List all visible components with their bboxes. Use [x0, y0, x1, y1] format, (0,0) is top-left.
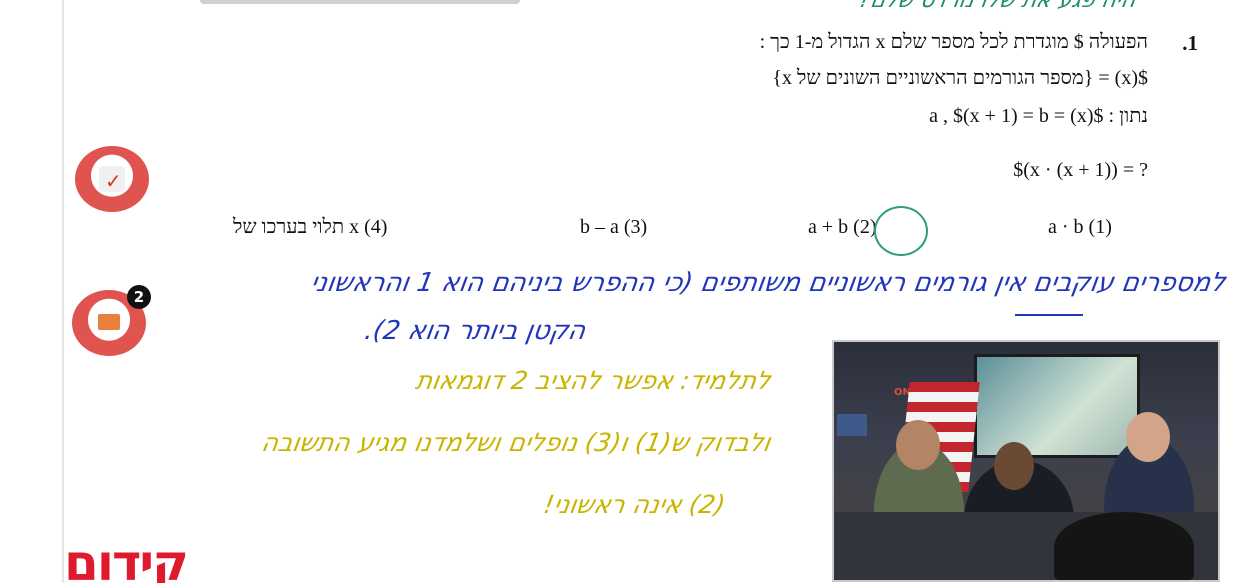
- top-image-edge: [200, 0, 520, 4]
- person-center-face: [994, 442, 1034, 490]
- handwritten-tip-line3: (2) אינה ראשוני!: [541, 490, 728, 519]
- person-right-face: [1126, 412, 1170, 462]
- definition-formula: $(x) = {מספר הגורמים הראשוניים השונים של…: [772, 67, 1148, 89]
- page-margin-rule: [62, 0, 64, 583]
- handwritten-explanation-line1: למספרים עוקבים אין גורמים ראשוניים משותפ…: [308, 268, 1228, 298]
- brand-logo: קידום: [64, 540, 187, 583]
- given-text: נתון : $(x) = a , $(x + 1) = b: [929, 105, 1148, 127]
- news-photo: ON AIR: [832, 340, 1220, 582]
- assignment-badge[interactable]: ✓: [75, 146, 149, 212]
- answer-option-2[interactable]: a + b (2): [808, 216, 876, 239]
- answer-option-1[interactable]: a · b (1): [1048, 216, 1112, 239]
- person-foreground: [1054, 512, 1194, 580]
- handwritten-explanation-line2: הקטן ביותר הוא 2).: [362, 316, 588, 346]
- person-left-face: [896, 420, 940, 470]
- handwritten-tip-line2: ולבדוק ש(1) ו(3) נופלים ושלמדנו מגיע התש…: [259, 428, 773, 457]
- handwritten-underline: [1015, 314, 1083, 316]
- question-number: .1: [1182, 31, 1198, 55]
- asked-expression: $(x · (x + 1)) = ?: [1013, 159, 1148, 181]
- handwritten-tip-line1: לתלמיד: אפשר להציב 2 דוגמאות: [412, 366, 773, 395]
- folder-icon: [98, 314, 120, 330]
- answer-option-4[interactable]: תלוי בערכו של x (4): [233, 216, 387, 239]
- selected-answer-circle: [874, 206, 928, 256]
- seal-graphic: [837, 414, 867, 436]
- checkmark-icon: ✓: [105, 169, 122, 193]
- map-screen: [974, 354, 1140, 458]
- notification-count-badge: 2: [127, 285, 151, 309]
- question-text: הפעולה $ מוגדרת לכל מספר שלם x הגדול מ-1…: [759, 31, 1148, 53]
- answer-option-3[interactable]: b – a (3): [580, 216, 647, 239]
- handwritten-note-green: היה פגע את שלו נורדס שלם?: [856, 0, 1138, 13]
